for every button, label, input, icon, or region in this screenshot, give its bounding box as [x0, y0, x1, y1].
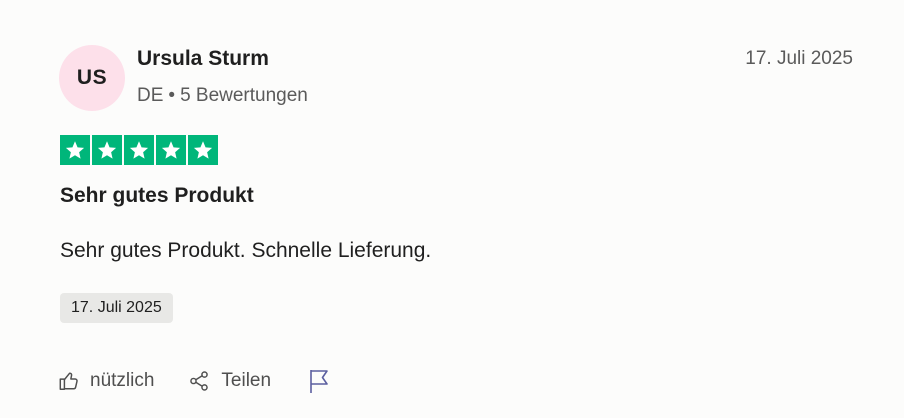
share-icon: [190, 371, 209, 391]
star-icon: [92, 135, 122, 165]
meta-separator: •: [168, 85, 176, 106]
star-rating: [60, 135, 218, 165]
reviewer-name[interactable]: Ursula Sturm: [137, 47, 269, 71]
star-icon: [124, 135, 154, 165]
experience-date-badge: 17. Juli 2025: [60, 293, 173, 323]
experience-date: 17. Juli 2025: [71, 299, 162, 316]
review-text: Sehr gutes Produkt. Schnelle Lieferung.: [60, 239, 432, 262]
star-icon: [188, 135, 218, 165]
report-button[interactable]: [307, 368, 331, 394]
review-card: US Ursula Sturm DE • 5 Bewertungen 17. Jul…: [0, 0, 904, 418]
review-date: 17. Juli 2025: [745, 48, 853, 69]
useful-button[interactable]: nützlich: [58, 370, 154, 392]
useful-label: nützlich: [90, 370, 155, 391]
share-label: Teilen: [221, 370, 272, 391]
avatar-initials: US: [76, 66, 108, 89]
share-button[interactable]: Teilen: [188, 370, 271, 392]
reviewer-review-count: 5 Bewertungen: [180, 85, 308, 106]
reviewer-meta: DE • 5 Bewertungen: [137, 85, 308, 107]
reviewer-country: DE: [137, 85, 164, 106]
star-icon: [156, 135, 186, 165]
star-icon: [60, 135, 90, 165]
review-title[interactable]: Sehr gutes Produkt: [60, 184, 254, 208]
flag-icon: [310, 370, 328, 393]
thumbs-up-icon: [59, 372, 78, 390]
review-actions: nützlich Teilen: [58, 368, 331, 394]
avatar[interactable]: US: [59, 45, 125, 111]
